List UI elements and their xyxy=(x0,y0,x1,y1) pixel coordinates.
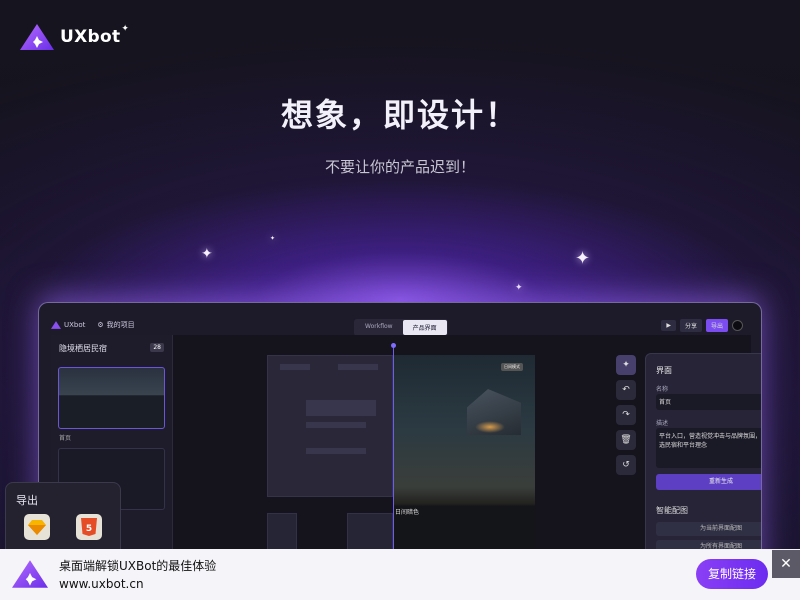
uxbot-logo-icon xyxy=(20,24,54,50)
name-field[interactable]: 首页 xyxy=(656,394,761,410)
regenerate-button[interactable]: 重新生成 xyxy=(656,474,761,490)
html5-icon[interactable]: 5 xyxy=(76,514,102,540)
delete-icon[interactable]: 🗑 xyxy=(616,430,636,450)
redo-icon[interactable]: ↷ xyxy=(616,405,636,425)
brand-sparkle-icon: ✦ xyxy=(121,24,129,34)
brand-name: UXbot xyxy=(60,27,121,47)
description-field[interactable]: 平台入口，营造视觉冲击与品牌氛围，展示精选民宿和平台理念 xyxy=(656,428,761,468)
sparkle-icon: ✦ xyxy=(270,235,276,242)
project-icon: ⚙ xyxy=(97,321,104,329)
uxbot-logo-icon xyxy=(12,560,48,588)
page-count-badge: 28 xyxy=(150,343,164,352)
undo-icon[interactable]: ↶ xyxy=(616,380,636,400)
ai-sparkle-icon[interactable]: ✦ xyxy=(616,355,636,375)
svg-text:5: 5 xyxy=(86,524,92,534)
panel-title: 界面 xyxy=(656,366,672,375)
banner-message: 桌面端解锁UXBot的最佳体验 xyxy=(59,559,217,573)
view-tabs: Workflow 产品界面 xyxy=(354,319,448,336)
project-title: 隐境栖居民宿 xyxy=(59,344,107,353)
image-current-page-button[interactable]: 为当前界面配图 xyxy=(656,522,761,536)
avatar[interactable] xyxy=(732,320,743,331)
split-handle[interactable] xyxy=(391,343,396,348)
sparkle-icon: ✦ xyxy=(201,246,213,262)
tab-workflow[interactable]: Workflow xyxy=(355,320,403,335)
canvas-toolbar: ✦ ↶ ↷ 🗑 ↺ xyxy=(616,355,636,475)
app-topbar: UXbot ⚙ 我的项目 Workflow 产品界面 ▶ 分享 导出 xyxy=(51,315,751,336)
hero-title: 想象，即设计！ xyxy=(280,96,519,134)
description-label: 描述 xyxy=(656,420,669,427)
export-button[interactable]: 导出 xyxy=(705,319,728,332)
share-button[interactable]: 分享 xyxy=(679,319,702,332)
sketch-icon[interactable] xyxy=(24,514,50,540)
hero-subtitle: 不要让你的产品迟到！ xyxy=(324,158,475,176)
mode-badge: 日间模式 xyxy=(501,363,523,371)
project-selector[interactable]: ⚙ 我的项目 xyxy=(97,320,134,330)
app-logo: UXbot xyxy=(51,321,85,329)
app-logo-text: UXbot xyxy=(64,321,86,329)
project-label: 我的项目 xyxy=(106,321,135,329)
name-label: 名称 xyxy=(656,386,669,393)
tab-product-ui[interactable]: 产品界面 xyxy=(402,320,447,335)
export-title: 导出 xyxy=(16,494,38,507)
photo-caption: 日间暗色 xyxy=(395,509,420,516)
wireframe-preview xyxy=(267,355,393,497)
sparkle-icon: ✦ xyxy=(515,283,523,293)
download-banner: 桌面端解锁UXBot的最佳体验 www.uxbot.cn 复制链接 xyxy=(0,549,800,600)
page-thumbnail-home[interactable] xyxy=(58,367,165,429)
history-icon[interactable]: ↺ xyxy=(616,455,636,475)
banner-url: www.uxbot.cn xyxy=(59,577,144,591)
play-icon[interactable]: ▶ xyxy=(661,320,676,331)
brand-logo[interactable]: UXbot ✦ xyxy=(20,24,129,50)
copy-link-button[interactable]: 复制链接 xyxy=(696,559,768,589)
page-thumbnail-label: 首页 xyxy=(59,435,72,442)
uxbot-logo-icon xyxy=(51,321,61,329)
app-actions: ▶ 分享 导出 xyxy=(661,319,743,332)
close-icon[interactable]: ✕ xyxy=(772,550,800,578)
smart-image-section: 智能配图 xyxy=(656,506,688,515)
sparkle-icon: ✦ xyxy=(575,248,591,269)
